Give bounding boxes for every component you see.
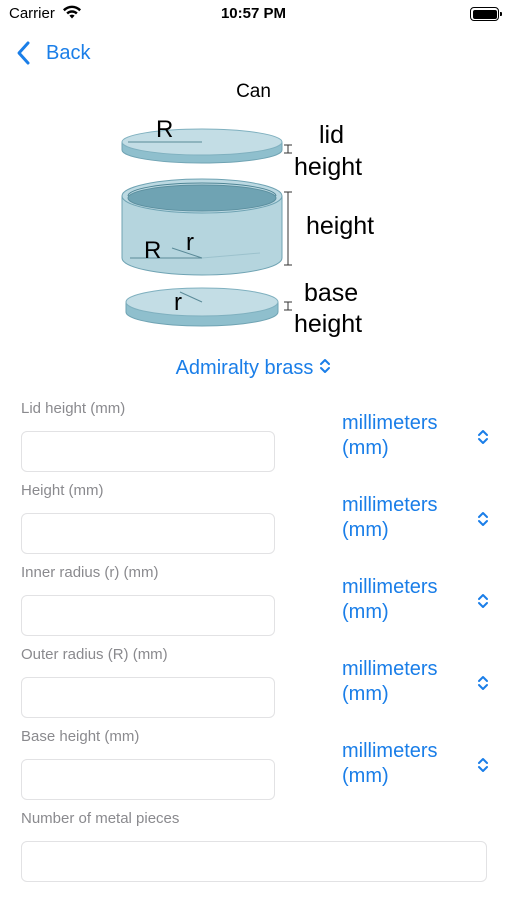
base-height-label-line2: height (294, 310, 362, 338)
can-base (125, 287, 279, 327)
chevron-up-down-icon (478, 676, 488, 690)
lid-height-label: Lid height (mm) (21, 400, 126, 417)
inner-radius-label: Inner radius (r) (mm) (21, 564, 159, 581)
unit-abbr: (mm) (342, 519, 389, 541)
unit-label: millimeters (mm) (342, 493, 462, 543)
pieces-label: Number of metal pieces (21, 810, 180, 827)
unit-abbr: (mm) (342, 683, 389, 705)
chevron-left-icon (17, 41, 30, 65)
unit-label: millimeters (mm) (342, 739, 462, 789)
base-height-unit-select[interactable]: millimeters (mm) (342, 739, 492, 793)
unit-abbr: (mm) (342, 765, 389, 787)
height-label: height (306, 212, 374, 240)
can-lid (121, 128, 283, 164)
unit-label: millimeters (mm) (342, 411, 462, 461)
unit-abbr: (mm) (342, 437, 389, 459)
diagram-title: Can (236, 81, 271, 102)
height-input[interactable] (21, 513, 275, 554)
unit-name: millimeters (342, 412, 438, 434)
dimension-markers (284, 144, 292, 311)
inner-radius-unit-select[interactable]: millimeters (mm) (342, 575, 492, 629)
chevron-up-down-icon (478, 512, 488, 526)
battery-tip (500, 12, 502, 16)
unit-label: millimeters (mm) (342, 575, 462, 625)
material-value: Admiralty brass (175, 357, 314, 379)
lid-height-label-line2: height (294, 153, 362, 181)
material-select[interactable]: Admiralty brass (0, 357, 507, 380)
unit-name: millimeters (342, 494, 438, 516)
lid-height-label-line1: lid (319, 121, 344, 149)
pieces-input[interactable] (21, 841, 487, 882)
lid-height-unit-select[interactable]: millimeters (mm) (342, 411, 492, 465)
body-inner-radius-label: r (186, 229, 194, 256)
outer-radius-label: Outer radius (R) (mm) (21, 646, 168, 663)
inner-radius-input[interactable] (21, 595, 275, 636)
unit-name: millimeters (342, 658, 438, 680)
battery-level (472, 9, 497, 19)
height-field-label: Height (mm) (21, 482, 104, 499)
outer-radius-unit-select[interactable]: millimeters (mm) (342, 657, 492, 711)
body-outer-radius-label: R (144, 237, 161, 264)
base-height-input[interactable] (21, 759, 275, 800)
base-radius-label: r (174, 289, 182, 316)
chevron-up-down-icon (478, 758, 488, 772)
chevron-up-down-icon (319, 357, 331, 380)
lid-height-input[interactable] (21, 431, 275, 472)
chevron-up-down-icon (478, 430, 488, 444)
unit-abbr: (mm) (342, 601, 389, 623)
clock: 10:57 PM (220, 5, 287, 22)
base-height-label: Base height (mm) (21, 728, 140, 745)
unit-name: millimeters (342, 740, 438, 762)
battery-icon (470, 7, 502, 21)
base-height-label-line1: base (304, 279, 358, 307)
unit-name: millimeters (342, 576, 438, 598)
lid-radius-label: R (156, 116, 173, 143)
unit-label: millimeters (mm) (342, 657, 462, 707)
outer-radius-input[interactable] (21, 677, 275, 718)
can-diagram: R R r r lid height height base height (121, 116, 374, 338)
height-unit-select[interactable]: millimeters (mm) (342, 493, 492, 547)
status-bar: Carrier 10:57 PM (0, 0, 507, 30)
back-button[interactable]: Back (14, 38, 90, 68)
chevron-up-down-icon (478, 594, 488, 608)
back-label: Back (46, 41, 91, 64)
